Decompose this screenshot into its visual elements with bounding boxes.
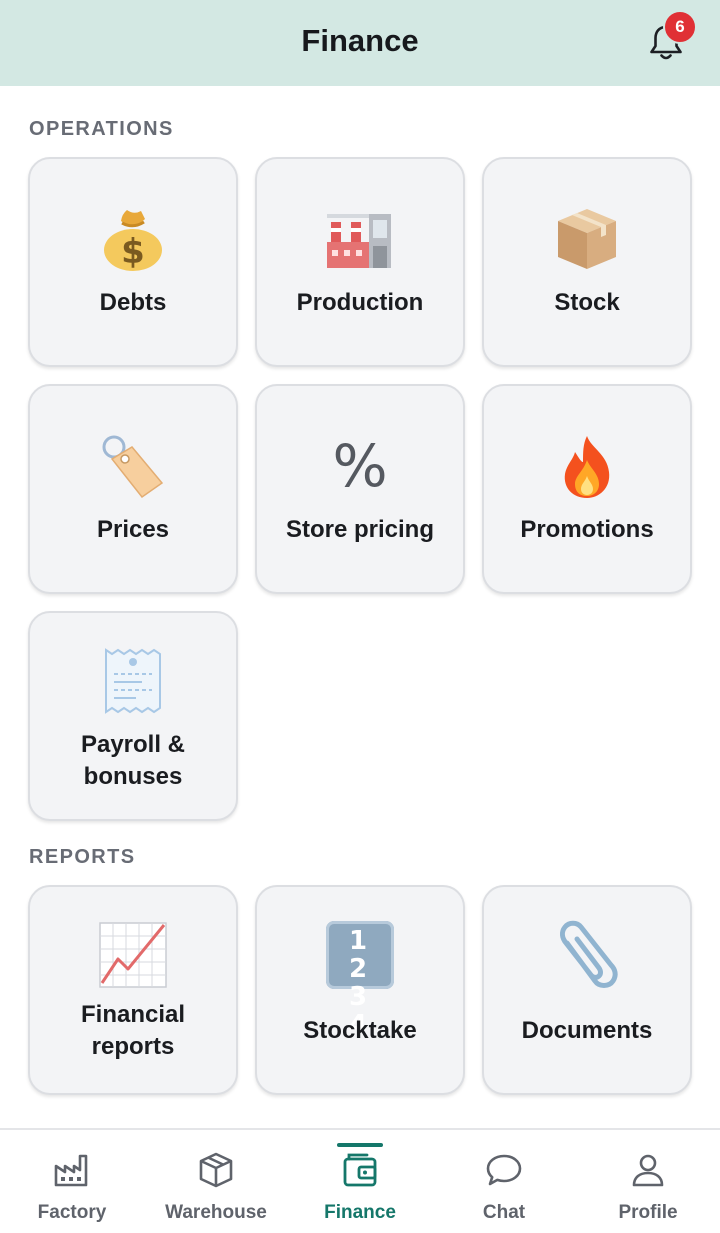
nav-tab-finance[interactable]: Finance bbox=[288, 1130, 432, 1233]
tile-stock[interactable]: Stock bbox=[482, 157, 692, 367]
tile-label: Documents bbox=[521, 1017, 653, 1044]
tile-financial-reports[interactable]: Financial reports bbox=[28, 885, 238, 1095]
tile-label: Production bbox=[296, 289, 424, 316]
price-tag-icon bbox=[102, 435, 164, 499]
percent-icon: % bbox=[332, 432, 388, 500]
nav-tab-factory[interactable]: Factory bbox=[0, 1130, 144, 1233]
tile-store-pricing[interactable]: % Store pricing bbox=[255, 384, 465, 594]
tile-label-line: Financial bbox=[80, 1001, 186, 1028]
nav-tab-chat[interactable]: Chat bbox=[432, 1130, 576, 1233]
person-icon bbox=[632, 1154, 664, 1187]
tile-documents[interactable]: Documents bbox=[482, 885, 692, 1095]
section-label-operations: OPERATIONS bbox=[29, 118, 174, 140]
tile-label-line: Payroll & bbox=[80, 731, 186, 758]
page-title: Finance bbox=[301, 23, 419, 58]
tile-label: Prices bbox=[96, 516, 170, 543]
nav-tab-warehouse[interactable]: Warehouse bbox=[144, 1130, 288, 1233]
tile-label-line: bonuses bbox=[83, 763, 183, 790]
tile-payroll-bonuses[interactable]: Payroll & bonuses bbox=[28, 611, 238, 821]
notification-badge: 6 bbox=[663, 10, 697, 44]
tile-label: Financial reports bbox=[30, 999, 236, 1063]
tile-label: Debts bbox=[99, 289, 167, 316]
money-bag-icon: $ bbox=[104, 210, 162, 272]
tile-debts[interactable]: $ Debts bbox=[28, 157, 238, 367]
tile-stocktake[interactable]: 1 2 3 4 Stocktake bbox=[255, 885, 465, 1095]
package-icon bbox=[558, 209, 616, 269]
tile-promotions[interactable]: Promotions bbox=[482, 384, 692, 594]
tile-label-line: reports bbox=[91, 1033, 175, 1060]
app-header: Finance 6 bbox=[0, 0, 720, 86]
section-label-reports: REPORTS bbox=[29, 846, 136, 868]
nav-label: Profile bbox=[618, 1202, 678, 1223]
chart-increasing-icon bbox=[99, 922, 167, 988]
fire-icon bbox=[564, 436, 610, 498]
chat-bubble-icon bbox=[486, 1154, 522, 1186]
tile-label: Promotions bbox=[520, 516, 654, 543]
tile-label: Payroll & bonuses bbox=[30, 729, 236, 793]
receipt-icon bbox=[105, 648, 161, 714]
svg-text:$: $ bbox=[121, 232, 145, 272]
tile-prices[interactable]: Prices bbox=[28, 384, 238, 594]
nav-label: Chat bbox=[482, 1202, 526, 1223]
factory-icon bbox=[327, 214, 391, 268]
tile-label: Stocktake bbox=[303, 1017, 417, 1044]
input-numbers-icon: 1 2 3 4 bbox=[326, 921, 394, 1039]
nav-label: Factory bbox=[37, 1202, 107, 1223]
nav-label: Finance bbox=[324, 1202, 396, 1223]
tile-label: Stock bbox=[554, 289, 620, 316]
wallet-outline-icon bbox=[343, 1153, 377, 1187]
box-outline-icon bbox=[199, 1152, 233, 1188]
bottom-navigation: Factory Warehouse Finance Chat Profile bbox=[0, 1128, 720, 1233]
tile-label: Store pricing bbox=[285, 516, 435, 543]
nav-tab-profile[interactable]: Profile bbox=[576, 1130, 720, 1233]
paperclip-icon bbox=[560, 920, 618, 988]
tile-production[interactable]: Production bbox=[255, 157, 465, 367]
nav-label: Warehouse bbox=[165, 1202, 267, 1223]
factory-outline-icon bbox=[54, 1154, 88, 1187]
